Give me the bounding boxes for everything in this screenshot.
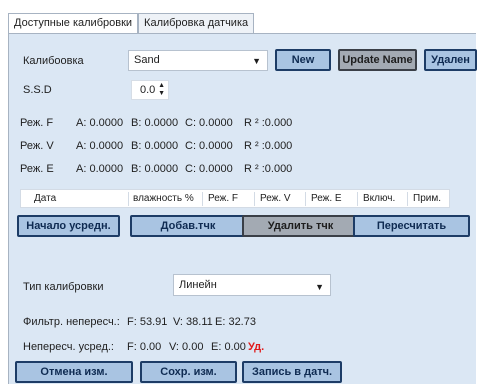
tab-strip: Доступные калибровки Калибровка датчика bbox=[8, 13, 255, 35]
column-divider bbox=[305, 192, 306, 206]
column-divider bbox=[128, 192, 129, 206]
coef-b: B: 0.0000 bbox=[131, 117, 179, 129]
coef-r2: R ² :0.000 bbox=[244, 140, 293, 152]
mode-name: Реж. F bbox=[20, 117, 54, 129]
ssd-stepper[interactable]: 0.0 ▲ ▼ bbox=[131, 80, 169, 100]
stepper-arrows-icon[interactable]: ▲ ▼ bbox=[158, 82, 165, 98]
column-header-enabled[interactable]: Включ. bbox=[363, 193, 395, 204]
tab-sensor-calibration[interactable]: Калибровка датчика bbox=[138, 13, 255, 34]
column-header-mode-f[interactable]: Реж. F bbox=[208, 193, 238, 204]
averaged-f: F: 0.00 bbox=[127, 341, 162, 353]
ssd-value: 0.0 bbox=[140, 84, 156, 96]
calibration-type-select[interactable]: Линейн ▼ bbox=[173, 274, 331, 296]
delete-point-button[interactable]: Удалить тчк bbox=[242, 215, 359, 237]
calibration-select[interactable]: Sand ▼ bbox=[128, 50, 268, 71]
points-table-header: Дата влажность % Реж. F Реж. V Реж. E Вк… bbox=[20, 189, 450, 208]
column-divider bbox=[407, 192, 408, 206]
coef-c: C: 0.0000 bbox=[185, 163, 233, 175]
write-to-sensor-button[interactable]: Запись в датч. bbox=[242, 361, 342, 383]
filtered-e: E: 32.73 bbox=[215, 316, 256, 328]
cancel-changes-button[interactable]: Отмена изм. bbox=[15, 361, 133, 383]
coef-b: B: 0.0000 bbox=[131, 140, 179, 152]
filtered-f: F: 53.91 bbox=[127, 316, 168, 328]
calibration-type-label: Тип калибровки bbox=[23, 281, 104, 293]
delete-calibration-button[interactable]: Удален bbox=[424, 49, 477, 71]
start-averaging-button[interactable]: Начало усредн. bbox=[17, 215, 120, 237]
column-header-mode-e[interactable]: Реж. E bbox=[311, 193, 342, 204]
update-name-button[interactable]: Update Name bbox=[338, 49, 417, 71]
averaged-v: V: 0.00 bbox=[169, 341, 204, 353]
chevron-down-icon: ▼ bbox=[252, 56, 261, 66]
recalculate-button[interactable]: Пересчитать bbox=[353, 215, 470, 237]
column-header-moisture[interactable]: влажность % bbox=[133, 193, 194, 204]
coef-a: A: 0.0000 bbox=[76, 117, 124, 129]
save-changes-button[interactable]: Сохр. изм. bbox=[140, 361, 237, 383]
calibration-label: Калибоовка bbox=[23, 55, 84, 67]
averaged-label: Непересч. усред.: bbox=[23, 341, 114, 353]
calibration-panel bbox=[8, 34, 476, 384]
column-divider bbox=[357, 192, 358, 206]
coef-a: A: 0.0000 bbox=[76, 163, 124, 175]
add-point-button[interactable]: Добав.тчк bbox=[130, 215, 246, 237]
mode-name: Реж. V bbox=[20, 140, 54, 152]
column-divider bbox=[202, 192, 203, 206]
new-calibration-button[interactable]: New bbox=[275, 49, 331, 71]
filtered-label: Фильтр. непересч.: bbox=[23, 316, 120, 328]
chevron-down-icon: ▼ bbox=[315, 282, 324, 292]
coef-r2: R ² :0.000 bbox=[244, 163, 293, 175]
column-header-note[interactable]: Прим. bbox=[413, 193, 441, 204]
calibration-select-value: Sand bbox=[134, 54, 160, 66]
coef-a: A: 0.0000 bbox=[76, 140, 124, 152]
column-divider bbox=[254, 192, 255, 206]
filtered-v: V: 38.11 bbox=[173, 316, 213, 328]
coef-c: C: 0.0000 bbox=[185, 140, 233, 152]
mode-name: Реж. E bbox=[20, 163, 54, 175]
column-header-mode-v[interactable]: Реж. V bbox=[260, 193, 291, 204]
tab-available-calibrations[interactable]: Доступные калибровки bbox=[8, 13, 139, 35]
coef-c: C: 0.0000 bbox=[185, 117, 233, 129]
coef-b: B: 0.0000 bbox=[131, 163, 179, 175]
coef-r2: R ² :0.000 bbox=[244, 117, 293, 129]
ssd-label: S.S.D bbox=[23, 84, 52, 96]
calibration-type-value: Линейн bbox=[179, 279, 217, 291]
averaged-flag: Уд. bbox=[248, 341, 265, 353]
averaged-e: E: 0.00 bbox=[211, 341, 246, 353]
column-header-date[interactable]: Дата bbox=[34, 193, 56, 204]
